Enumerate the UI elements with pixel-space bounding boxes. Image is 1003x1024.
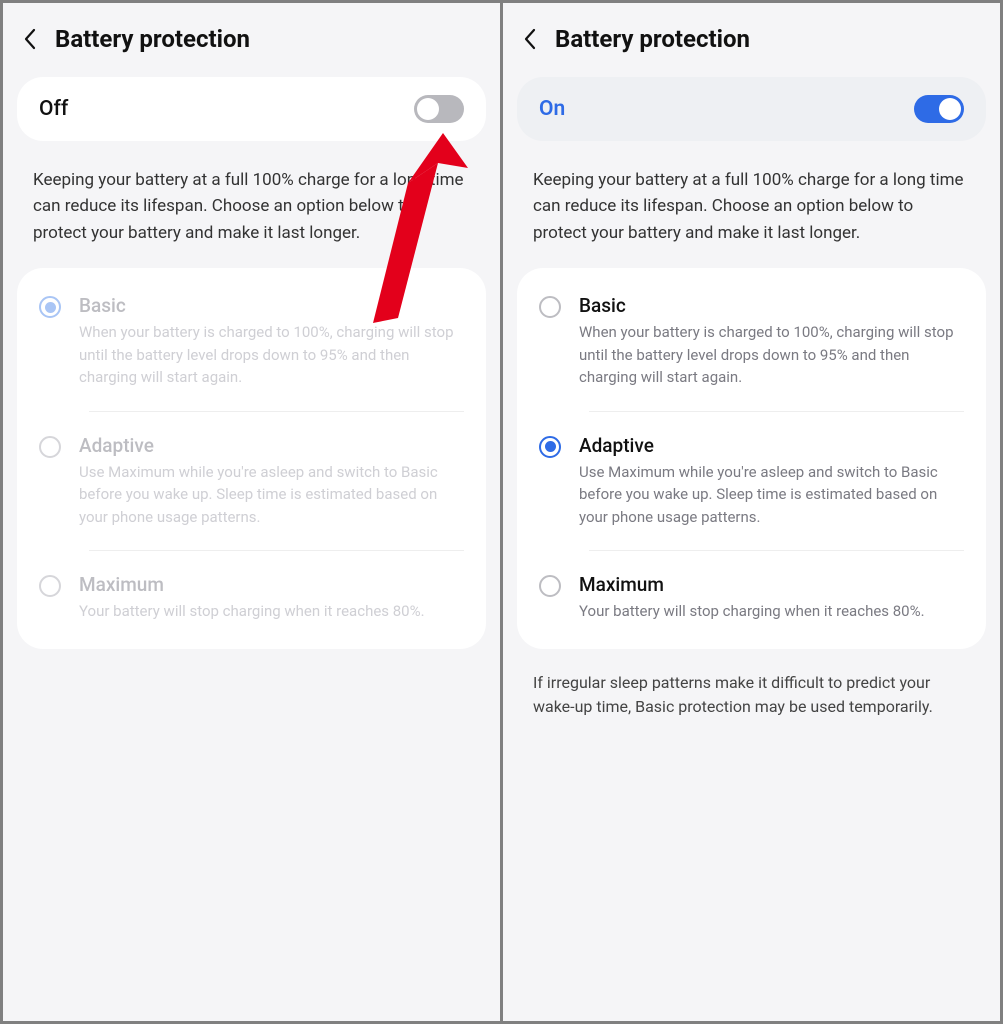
option-maximum[interactable]: Maximum Your battery will stop charging … bbox=[517, 551, 986, 645]
option-subtitle: Use Maximum while you're asleep and swit… bbox=[79, 461, 464, 529]
master-toggle-row[interactable]: On bbox=[517, 77, 986, 141]
page-title: Battery protection bbox=[555, 25, 750, 53]
option-subtitle: When your battery is charged to 100%, ch… bbox=[579, 321, 964, 389]
option-text: Basic When your battery is charged to 10… bbox=[79, 294, 464, 389]
back-icon[interactable] bbox=[523, 27, 537, 51]
header: Battery protection bbox=[503, 3, 1000, 71]
option-subtitle: Use Maximum while you're asleep and swit… bbox=[579, 461, 964, 529]
option-adaptive[interactable]: Adaptive Use Maximum while you're asleep… bbox=[517, 412, 986, 551]
option-subtitle: When your battery is charged to 100%, ch… bbox=[79, 321, 464, 389]
radio-icon[interactable] bbox=[539, 575, 561, 597]
footer-note: If irregular sleep patterns make it diff… bbox=[503, 649, 1000, 743]
radio-icon[interactable] bbox=[39, 296, 61, 318]
radio-icon[interactable] bbox=[539, 436, 561, 458]
radio-icon[interactable] bbox=[39, 575, 61, 597]
option-text: Maximum Your battery will stop charging … bbox=[579, 573, 964, 623]
radio-icon[interactable] bbox=[539, 296, 561, 318]
pane-left: Battery protection Off Keeping your batt… bbox=[3, 3, 500, 1021]
option-subtitle: Your battery will stop charging when it … bbox=[79, 600, 464, 623]
toggle-switch[interactable] bbox=[414, 95, 464, 123]
option-text: Basic When your battery is charged to 10… bbox=[579, 294, 964, 389]
option-basic[interactable]: Basic When your battery is charged to 10… bbox=[17, 272, 486, 411]
master-toggle-row[interactable]: Off bbox=[17, 77, 486, 141]
option-basic[interactable]: Basic When your battery is charged to 10… bbox=[517, 272, 986, 411]
option-title: Maximum bbox=[79, 573, 464, 596]
option-title: Basic bbox=[79, 294, 464, 317]
options-list: Basic When your battery is charged to 10… bbox=[17, 268, 486, 649]
page-title: Battery protection bbox=[55, 25, 250, 53]
description-text: Keeping your battery at a full 100% char… bbox=[503, 141, 1000, 268]
option-text: Adaptive Use Maximum while you're asleep… bbox=[79, 434, 464, 529]
option-adaptive[interactable]: Adaptive Use Maximum while you're asleep… bbox=[17, 412, 486, 551]
option-title: Adaptive bbox=[79, 434, 464, 457]
option-text: Adaptive Use Maximum while you're asleep… bbox=[579, 434, 964, 529]
option-title: Basic bbox=[579, 294, 964, 317]
toggle-label: Off bbox=[39, 97, 68, 121]
options-list: Basic When your battery is charged to 10… bbox=[517, 268, 986, 649]
option-subtitle: Your battery will stop charging when it … bbox=[579, 600, 964, 623]
back-icon[interactable] bbox=[23, 27, 37, 51]
toggle-switch[interactable] bbox=[914, 95, 964, 123]
description-text: Keeping your battery at a full 100% char… bbox=[3, 141, 500, 268]
radio-icon[interactable] bbox=[39, 436, 61, 458]
pane-right: Battery protection On Keeping your batte… bbox=[503, 3, 1000, 1021]
toggle-label: On bbox=[539, 97, 565, 121]
option-title: Adaptive bbox=[579, 434, 964, 457]
header: Battery protection bbox=[3, 3, 500, 71]
option-text: Maximum Your battery will stop charging … bbox=[79, 573, 464, 623]
option-title: Maximum bbox=[579, 573, 964, 596]
option-maximum[interactable]: Maximum Your battery will stop charging … bbox=[17, 551, 486, 645]
